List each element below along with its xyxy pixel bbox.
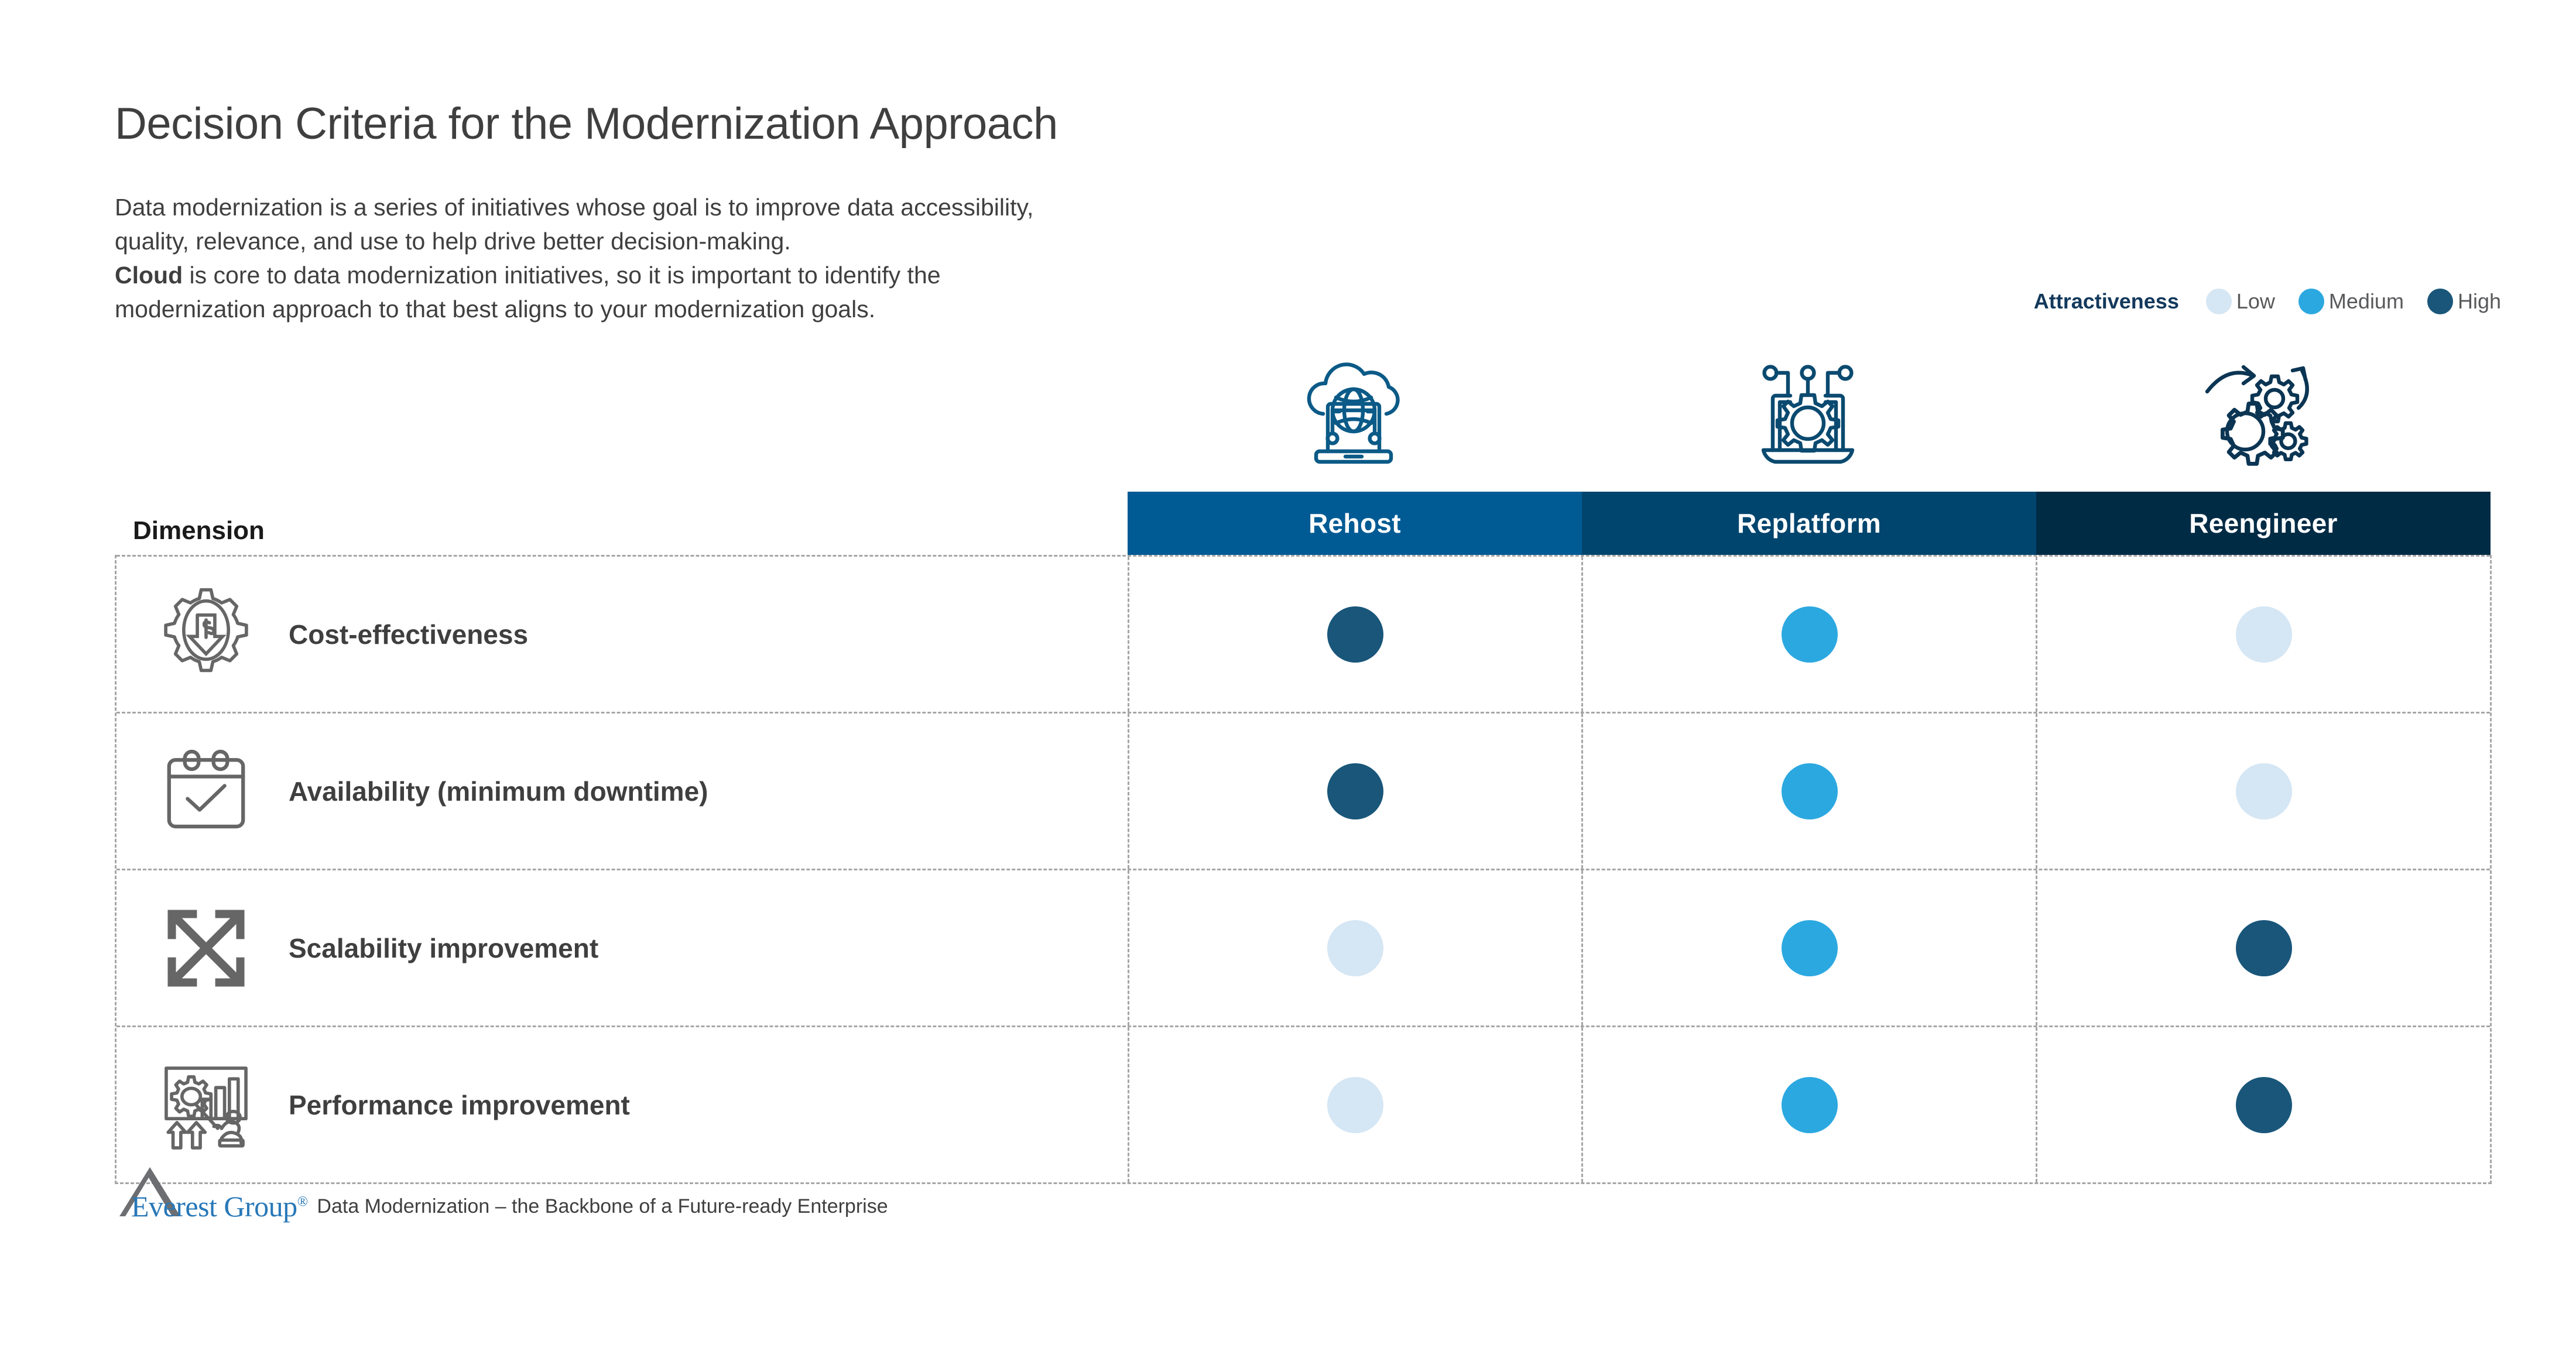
logo-text: Everest Group®	[131, 1190, 308, 1223]
legend-label-medium: Medium	[2328, 289, 2404, 313]
rating-dot-low	[2235, 606, 2292, 663]
rating-dot-low	[2235, 763, 2292, 819]
subtitle-paragraph: Data modernization is a series of initia…	[115, 190, 1344, 326]
row-label-scalability: Scalability improvement	[289, 932, 599, 963]
slide-canvas: Decision Criteria for the Modernization …	[0, 0, 2576, 1348]
cell-cost-effectiveness-reengineer[interactable]	[2036, 557, 2490, 712]
calendar-check-icon	[156, 742, 256, 841]
row-label-cell-availability: Availability (minimum downtime)	[117, 714, 1128, 869]
subtitle-line-2: quality, relevance, and use to help driv…	[115, 228, 791, 255]
legend-title: Attractiveness	[2033, 289, 2179, 313]
rating-dot-medium	[1781, 606, 1838, 663]
rating-dot-high	[1327, 606, 1383, 663]
rating-dot-medium	[1781, 1076, 1838, 1133]
table-row: Performance improvement	[117, 1025, 2490, 1182]
rating-dot-high	[2235, 920, 2292, 976]
column-header-label-replatform: Replatform	[1737, 508, 1881, 538]
row-label-performance: Performance improvement	[289, 1089, 630, 1120]
legend-item-medium: Medium	[2298, 289, 2404, 314]
row-label-cell-scalability: Scalability improvement	[117, 870, 1128, 1025]
legend-label-high: High	[2457, 289, 2501, 313]
cell-performance-rehost[interactable]	[1127, 1027, 1582, 1182]
legend-item-low: Low	[2205, 289, 2275, 314]
attractiveness-legend: Attractiveness Low Medium High	[2034, 286, 2501, 317]
cell-availability-rehost[interactable]	[1127, 714, 1582, 869]
column-header-replatform[interactable]: Replatform	[1582, 492, 2036, 555]
rating-dot-low	[1327, 920, 1383, 976]
performance-chart-gear-icon	[156, 1055, 256, 1155]
column-header-label-rehost: Rehost	[1308, 508, 1401, 538]
subtitle-line-3: is core to data modernization initiative…	[183, 262, 941, 289]
decision-criteria-table: Dimension Rehost Replatform Reengineer C…	[115, 492, 2492, 1184]
laptop-gear-network-icon	[1761, 364, 1855, 464]
table-row: Cost-effectiveness	[117, 555, 2490, 712]
table-row: Scalability improvement	[117, 869, 2490, 1025]
column-icon-rehost	[1127, 342, 1581, 492]
cloud-globe-laptop-icon	[1307, 362, 1400, 464]
rating-dot-low	[1327, 1076, 1383, 1133]
dimension-header-label: Dimension	[133, 516, 265, 545]
cell-cost-effectiveness-rehost[interactable]	[1127, 557, 1582, 712]
subtitle-cloud-emphasis: Cloud	[115, 262, 183, 289]
rating-dot-medium	[1781, 763, 1838, 819]
rating-dot-high	[1327, 763, 1383, 819]
subtitle-line-1: Data modernization is a series of initia…	[115, 194, 1034, 221]
cell-scalability-rehost[interactable]	[1127, 870, 1582, 1025]
footer: Everest Group® Data Modernization – the …	[115, 1167, 888, 1223]
column-icon-replatform	[1581, 342, 2036, 492]
cell-scalability-replatform[interactable]	[1581, 870, 2036, 1025]
footer-caption: Data Modernization – the Backbone of a F…	[317, 1195, 888, 1217]
column-icon-row	[1127, 342, 2491, 492]
dimension-header-cell: Dimension	[115, 492, 1128, 555]
row-label-cost-effectiveness: Cost-effectiveness	[289, 619, 529, 650]
column-icon-reengineer	[2036, 342, 2490, 492]
legend-label-low: Low	[2236, 289, 2275, 313]
rating-dot-high	[2235, 1076, 2292, 1133]
gear-cost-down-icon	[156, 585, 256, 684]
table-body: Cost-effectiveness Availability (minimum…	[115, 555, 2492, 1184]
row-label-availability: Availability (minimum downtime)	[289, 776, 708, 807]
everest-group-logo: Everest Group®	[115, 1167, 308, 1223]
table-row: Availability (minimum downtime)	[117, 712, 2490, 869]
cell-scalability-reengineer[interactable]	[2036, 870, 2490, 1025]
circle-icon	[2298, 289, 2324, 314]
column-header-label-reengineer: Reengineer	[2189, 508, 2338, 538]
row-label-cell-cost-effectiveness: Cost-effectiveness	[117, 557, 1128, 712]
cell-availability-replatform[interactable]	[1581, 714, 2036, 869]
row-label-cell-performance: Performance improvement	[117, 1027, 1128, 1182]
column-header-rehost[interactable]: Rehost	[1128, 492, 1582, 555]
page-title: Decision Criteria for the Modernization …	[115, 99, 1058, 149]
rating-dot-medium	[1781, 920, 1838, 976]
legend-item-high: High	[2427, 289, 2501, 314]
circle-icon	[2205, 289, 2232, 314]
cell-performance-reengineer[interactable]	[2036, 1027, 2490, 1182]
expand-arrows-icon	[156, 898, 256, 998]
cell-availability-reengineer[interactable]	[2036, 714, 2490, 869]
registered-mark: ®	[297, 1194, 308, 1210]
column-header-reengineer[interactable]: Reengineer	[2036, 492, 2491, 555]
cell-cost-effectiveness-replatform[interactable]	[1581, 557, 2036, 712]
table-header-row: Dimension Rehost Replatform Reengineer	[115, 492, 2492, 555]
cell-performance-replatform[interactable]	[1581, 1027, 2036, 1182]
circle-icon	[2427, 289, 2453, 314]
three-gears-arrows-icon	[2205, 365, 2309, 466]
subtitle-line-4: modernization approach to that best alig…	[115, 296, 876, 323]
